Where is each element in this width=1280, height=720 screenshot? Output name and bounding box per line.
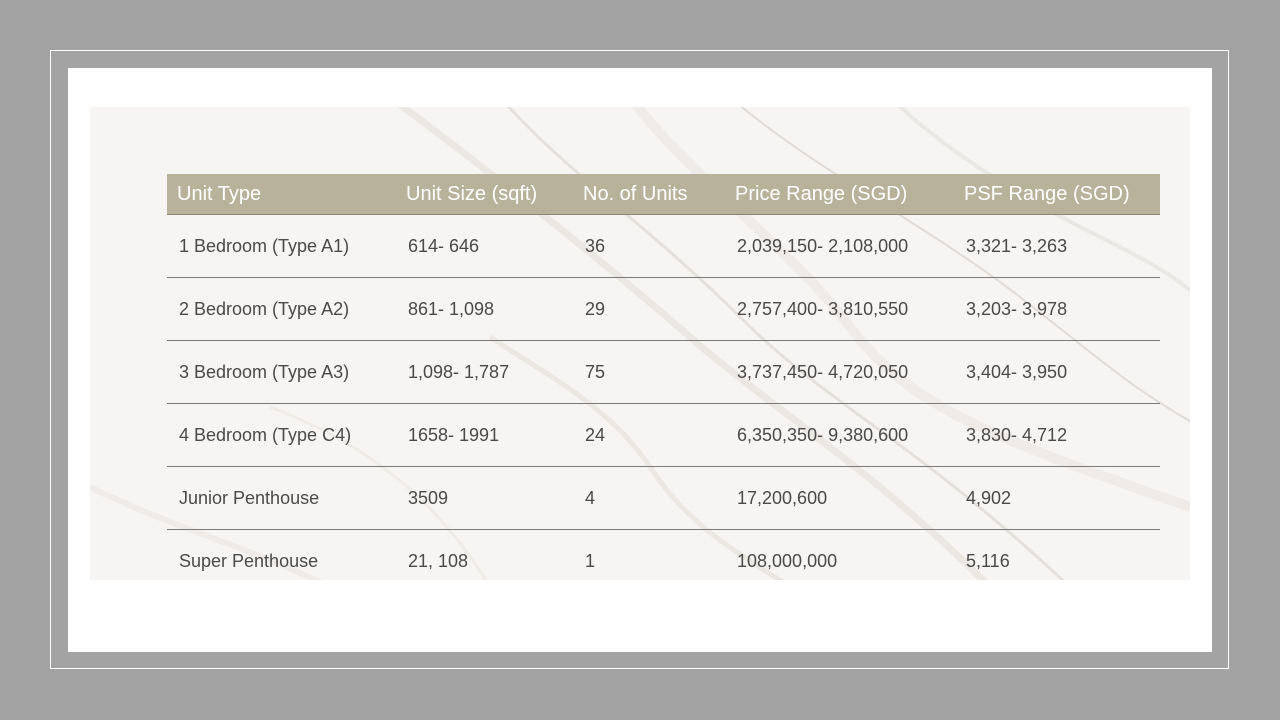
header-unit-size: Unit Size (sqft) [396,174,573,215]
unit-pricing-table: Unit Type Unit Size (sqft) No. of Units … [167,174,1160,580]
cell-unit-type: Super Penthouse [179,550,319,571]
cell-unit-type: Junior Penthouse [167,466,396,530]
header-unit-type: Unit Type [167,174,396,215]
cell-unit-type: 3 Bedroom (Type A3) [167,340,396,404]
marble-background: Unit Type Unit Size (sqft) No. of Units … [90,107,1190,580]
cell-psf-range: 3,830- 4,712 [954,403,1160,467]
cell-no-of-units: 36 [573,214,725,278]
cell-unit-type: 2 Bedroom (Type A2) [167,277,396,341]
cell-price-range: 6,350,350- 9,380,600 [725,403,954,467]
cell-psf-range: 4,902 [954,466,1160,530]
cell-unit-type: 1 Bedroom (Type A1) [167,214,396,278]
table-row: Super Penthouse 21, 108 1 108,000,000 5,… [167,530,1160,581]
cell-unit-size: 1,098- 1,787 [396,340,573,404]
table-header-row: Unit Type Unit Size (sqft) No. of Units … [167,174,1160,215]
table-row: 2 Bedroom (Type A2) 861- 1,098 29 2,757,… [167,277,1160,341]
cell-no-of-units: 1 [585,550,596,571]
table-row: 1 Bedroom (Type A1) 614- 646 36 2,039,15… [167,214,1160,278]
cell-no-of-units: 24 [573,403,725,467]
cell-price-range: 2,039,150- 2,108,000 [725,214,954,278]
cell-unit-type: 4 Bedroom (Type C4) [167,403,396,467]
table-row: 3 Bedroom (Type A3) 1,098- 1,787 75 3,73… [167,340,1160,404]
cell-psf-range: 3,404- 3,950 [954,340,1160,404]
header-psf-range: PSF Range (SGD) [954,174,1160,215]
cell-unit-size: 1658- 1991 [396,403,573,467]
pricing-table-container: Unit Type Unit Size (sqft) No. of Units … [167,174,1160,580]
table-row: 4 Bedroom (Type C4) 1658- 1991 24 6,350,… [167,403,1160,467]
cell-psf-range: 3,321- 3,263 [954,214,1160,278]
cell-unit-size: 3509 [396,466,573,530]
cell-no-of-units: 29 [573,277,725,341]
cell-price-range: 108,000,000 [737,550,838,571]
cell-price-range: 17,200,600 [725,466,954,530]
cell-unit-size: 861- 1,098 [396,277,573,341]
cell-no-of-units: 4 [573,466,725,530]
header-price-range: Price Range (SGD) [725,174,954,215]
table-row: Junior Penthouse 3509 4 17,200,600 4,902 [167,466,1160,530]
cell-price-range: 3,737,450- 4,720,050 [725,340,954,404]
slide: Unit Type Unit Size (sqft) No. of Units … [68,68,1212,652]
cell-psf-range: 3,203- 3,978 [954,277,1160,341]
header-no-of-units: No. of Units [573,174,725,215]
cell-price-range: 2,757,400- 3,810,550 [725,277,954,341]
cell-unit-size: 614- 646 [396,214,573,278]
cell-no-of-units: 75 [573,340,725,404]
cell-unit-size: 21, 108 [408,550,469,571]
cell-psf-range: 5,116 [966,550,1010,571]
